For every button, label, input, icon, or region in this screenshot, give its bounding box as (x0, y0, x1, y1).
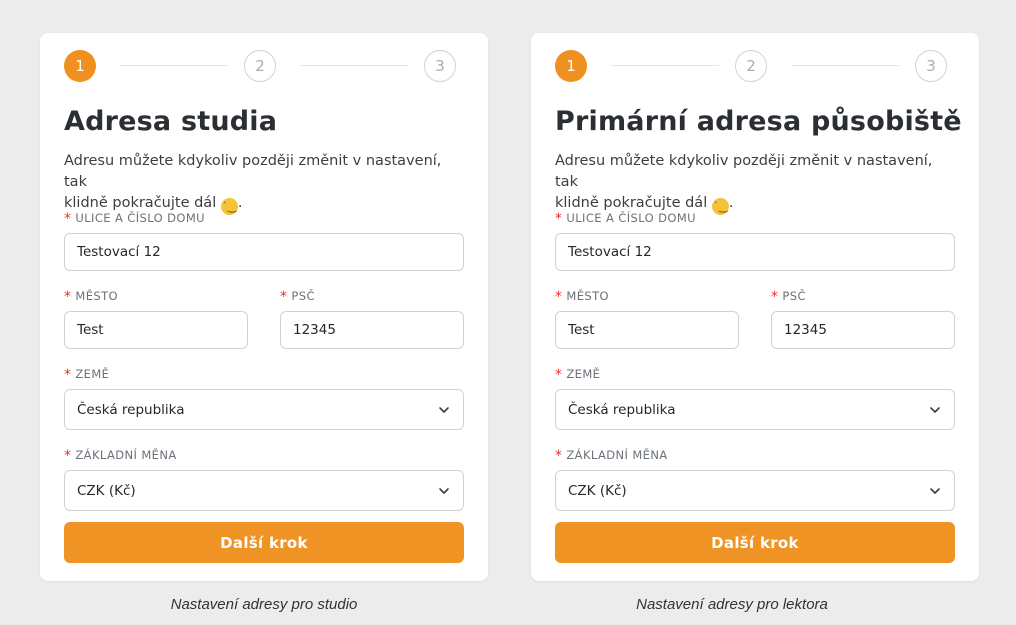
intro-line-1: Adresu můžete kdykoliv později změnit v … (64, 153, 442, 190)
zip-value: 12345 (784, 322, 827, 338)
page-title: Adresa studia (64, 106, 278, 137)
caption-lector: Nastavení adresy pro lektora (636, 596, 828, 613)
city-input[interactable]: Test (555, 311, 739, 349)
city-label-text: MĚSTO (75, 289, 118, 303)
required-asterisk: * (555, 211, 563, 227)
required-asterisk: * (64, 211, 72, 227)
country-label-text: ZEMĚ (566, 367, 601, 381)
intro-end: . (728, 195, 734, 211)
city-label-text: MĚSTO (566, 289, 609, 303)
required-asterisk: * (280, 289, 288, 305)
zip-label-text: PSČ (782, 289, 806, 303)
city-input[interactable]: Test (64, 311, 248, 349)
winking-face-icon: ˙‿ (220, 198, 238, 215)
step-2[interactable]: 2 (735, 50, 767, 82)
zip-label-text: PSČ (291, 289, 315, 303)
zip-input[interactable]: 12345 (280, 311, 464, 349)
page-title: Primární adresa působiště (555, 106, 962, 137)
required-asterisk: * (64, 289, 72, 305)
intro-text: Adresu můžete kdykoliv později změnit v … (64, 151, 464, 215)
street-label-text: ULICE A ČÍSLO DOMU (75, 211, 205, 225)
required-asterisk: * (555, 448, 563, 464)
city-zip-row: * MĚSTO Test * PSČ 12345 (64, 271, 464, 349)
country-label: * ZEMĚ (555, 365, 955, 383)
currency-select[interactable]: CZK (Kč) (555, 470, 955, 511)
winking-face-icon: ˙‿ (711, 198, 729, 215)
city-label: * MĚSTO (555, 287, 739, 305)
next-step-button[interactable]: Další krok (555, 522, 955, 563)
city-label: * MĚSTO (64, 287, 248, 305)
city-value: Test (77, 322, 104, 338)
intro-text: Adresu můžete kdykoliv později změnit v … (555, 151, 955, 215)
chevron-down-icon (930, 487, 940, 494)
city-zip-row: * MĚSTO Test * PSČ 12345 (555, 271, 955, 349)
currency-label-text: ZÁKLADNÍ MĚNA (75, 448, 177, 462)
next-step-button[interactable]: Další krok (64, 522, 464, 563)
country-value: Česká republika (77, 401, 185, 418)
zip-label: * PSČ (771, 287, 955, 305)
intro-end: . (237, 195, 243, 211)
street-value: Testovací 12 (568, 244, 652, 260)
caption-studio: Nastavení adresy pro studio (170, 596, 358, 613)
country-label: * ZEMĚ (64, 365, 464, 383)
city-field: * MĚSTO Test (64, 271, 248, 349)
currency-value: CZK (Kč) (568, 482, 627, 499)
step-connector (611, 65, 719, 66)
stepper: 1 2 3 (555, 33, 955, 99)
required-asterisk: * (64, 448, 72, 464)
currency-value: CZK (Kč) (77, 482, 136, 499)
city-value: Test (568, 322, 595, 338)
chevron-down-icon (930, 406, 940, 413)
currency-label: * ZÁKLADNÍ MĚNA (555, 446, 955, 464)
zip-input[interactable]: 12345 (771, 311, 955, 349)
step-3[interactable]: 3 (915, 50, 947, 82)
street-value: Testovací 12 (77, 244, 161, 260)
street-label: * ULICE A ČÍSLO DOMU (555, 209, 955, 227)
zip-value: 12345 (293, 322, 336, 338)
step-1[interactable]: 1 (555, 50, 587, 82)
chevron-down-icon (439, 406, 449, 413)
street-label-text: ULICE A ČÍSLO DOMU (566, 211, 696, 225)
step-connector (791, 65, 899, 66)
required-asterisk: * (555, 289, 563, 305)
country-select[interactable]: Česká republika (555, 389, 955, 430)
street-label: * ULICE A ČÍSLO DOMU (64, 209, 464, 227)
chevron-down-icon (439, 487, 449, 494)
currency-label-text: ZÁKLADNÍ MĚNA (566, 448, 668, 462)
address-form-card-lector: 1 2 3 Primární adresa působiště Adresu m… (531, 33, 979, 581)
zip-label: * PSČ (280, 287, 464, 305)
currency-label: * ZÁKLADNÍ MĚNA (64, 446, 464, 464)
step-1[interactable]: 1 (64, 50, 96, 82)
required-asterisk: * (555, 367, 563, 383)
required-asterisk: * (771, 289, 779, 305)
city-field: * MĚSTO Test (555, 271, 739, 349)
step-3[interactable]: 3 (424, 50, 456, 82)
required-asterisk: * (64, 367, 72, 383)
street-input[interactable]: Testovací 12 (555, 233, 955, 271)
step-2[interactable]: 2 (244, 50, 276, 82)
zip-field: * PSČ 12345 (771, 271, 955, 349)
country-select[interactable]: Česká republika (64, 389, 464, 430)
country-label-text: ZEMĚ (75, 367, 110, 381)
zip-field: * PSČ 12345 (280, 271, 464, 349)
intro-line-1: Adresu můžete kdykoliv později změnit v … (555, 153, 933, 190)
country-value: Česká republika (568, 401, 676, 418)
step-connector (300, 65, 408, 66)
currency-select[interactable]: CZK (Kč) (64, 470, 464, 511)
street-input[interactable]: Testovací 12 (64, 233, 464, 271)
address-form-card-studio: 1 2 3 Adresa studia Adresu můžete kdykol… (40, 33, 488, 581)
step-connector (120, 65, 228, 66)
stepper: 1 2 3 (64, 33, 464, 99)
